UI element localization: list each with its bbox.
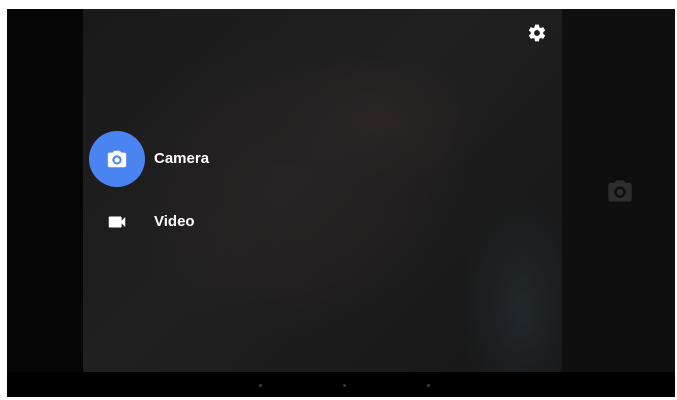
camera-icon [608, 180, 632, 202]
navigation-bar [7, 372, 675, 397]
left-shade [7, 9, 83, 372]
settings-button[interactable] [527, 23, 547, 43]
nav-recents-button[interactable] [427, 384, 430, 387]
camera-icon [107, 150, 127, 168]
mode-icon-camera [89, 131, 145, 187]
nav-back-button[interactable] [259, 384, 262, 387]
shutter-button[interactable] [605, 177, 637, 205]
viewfinder-preview[interactable] [83, 9, 562, 372]
videocam-icon [108, 216, 126, 228]
mode-label-camera: Camera [154, 150, 210, 167]
mode-icon-video [89, 194, 145, 250]
gear-icon [528, 24, 546, 42]
camera-app-screen: Camera Video [7, 9, 675, 397]
mode-item-video[interactable]: Video [89, 194, 289, 250]
nav-home-button[interactable] [343, 384, 346, 387]
mode-label-video: Video [154, 213, 195, 230]
mode-item-camera[interactable]: Camera [89, 131, 289, 187]
